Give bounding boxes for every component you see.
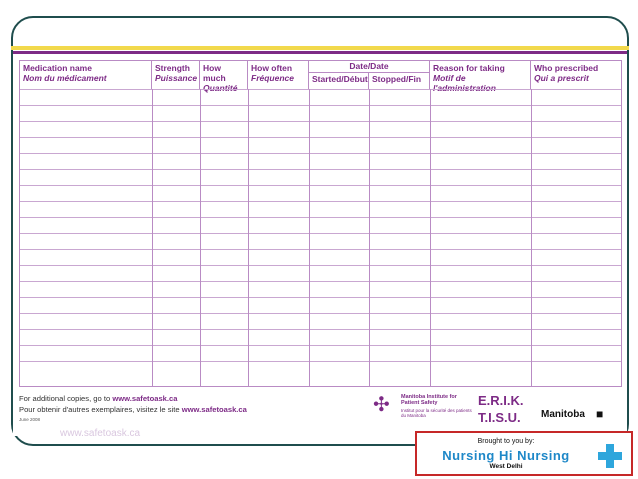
col-medication-name-fr: Nom du médicament [23,73,107,83]
column-divider [430,89,431,386]
col-reason-en: Reason for taking [433,63,505,73]
bison-icon: ■ [596,407,604,421]
table-header: Medication name Nom du médicament Streng… [20,61,623,93]
col-who-prescribed-fr: Qui a prescrit [534,73,589,83]
col-reason: Reason for taking Motif de l'administrat… [430,61,531,93]
col-medication-name-en: Medication name [23,63,92,73]
col-strength-en: Strength [155,63,190,73]
footer-line-fr: Pour obtenir d'autres exemplaires, visit… [19,404,247,415]
mips-name-fr: Institut pour la sécurité des patients d… [401,408,472,418]
col-date-group: Date/Date Started/Début Stopped/Fin [309,61,430,89]
column-divider [200,89,201,386]
footer-en-prefix: For additional copies, go to [19,394,111,403]
col-strength: Strength Puissance [152,61,200,89]
ad-subtitle: West Delhi [489,463,523,470]
col-how-much: How much Quantité [200,61,248,93]
col-stopped: Stopped/Fin [372,74,422,84]
column-divider [248,89,249,386]
star-logo-icon: ✣ [373,394,390,416]
medication-record-form: Medication name Nom du médicament Streng… [13,51,627,436]
column-divider [531,89,532,386]
footer-fr-prefix: Pour obtenir d'autres exemplaires, visit… [19,405,180,414]
col-date-title: Date/Date [309,61,429,73]
col-started: Started/Début [309,73,369,89]
erik-text: E.R.I.K. [478,393,524,408]
medication-table: Medication name Nom du médicament Streng… [19,60,622,387]
erik-tisu-logo: E.R.I.K. T.I.S.U. [478,392,524,426]
col-medication-name: Medication name Nom du médicament [20,61,152,89]
manitoba-wordmark: Manitoba [541,409,585,420]
column-divider [309,89,310,386]
col-how-much-en: How much [203,63,226,83]
footer-line-en: For additional copies, go to www.safetoa… [19,393,247,404]
tisu-text: T.I.S.U. [478,410,521,425]
col-who-prescribed: Who prescribed Qui a prescrit [531,61,623,89]
ad-brought-by: Brought to you by: [477,438,535,445]
medical-cross-icon [595,441,625,471]
mips-name-en: Manitoba Institute for Patient Safety [401,394,457,406]
footer-copies-text: For additional copies, go to www.safetoa… [19,393,247,415]
footer-en-link[interactable]: www.safetoask.ca [112,394,177,403]
col-how-often: How often Fréquence [248,61,309,89]
col-strength-fr: Puissance [155,73,198,83]
col-how-often-en: How often [251,63,293,73]
nursing-ad-banner[interactable]: Brought to you by: Nursing Hi Nursing We… [415,431,633,476]
column-divider [369,89,370,386]
accent-line [11,46,629,50]
ghost-watermark-text: www.safetoask.ca [60,428,141,439]
mips-logo-block: ✣ Manitoba Institute for Patient Safety … [373,392,473,428]
col-how-often-fr: Fréquence [251,73,294,83]
footer-date-note: June 2008 [19,417,41,422]
ad-title: Nursing Hi Nursing [442,448,570,463]
col-who-prescribed-en: Who prescribed [534,63,599,73]
column-divider [152,89,153,386]
footer-fr-link[interactable]: www.safetoask.ca [182,405,247,414]
